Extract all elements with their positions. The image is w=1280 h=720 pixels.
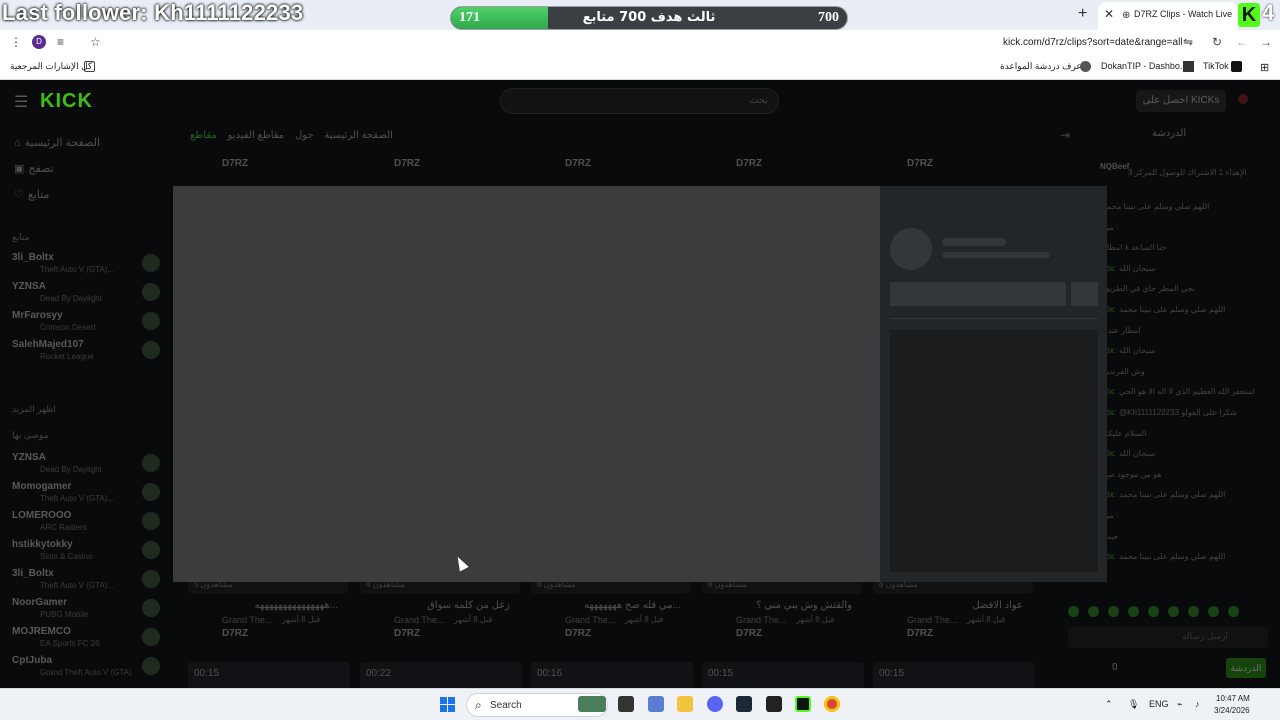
tiktok-icon: [1231, 61, 1242, 72]
obs-icon[interactable]: [766, 696, 782, 712]
follower-goal-bar: 171 ثالث هدف 700 متابع 700: [450, 6, 848, 30]
clock-date[interactable]: 3/24/2026: [1214, 706, 1250, 715]
back-icon[interactable]: →: [1260, 35, 1272, 49]
overlay-corner-count: 4: [1262, 0, 1275, 25]
bookmark-star-icon[interactable]: ☆: [90, 35, 101, 49]
skeleton-button: [890, 282, 1066, 306]
goal-label: ثالث هدف 700 متابع: [582, 10, 716, 25]
apps-grid-icon[interactable]: ⊞: [1260, 61, 1269, 74]
chrome-icon[interactable]: [824, 696, 840, 712]
last-follower-overlay: Last follower: Kh1111122233: [2, 0, 304, 25]
bookmark-1[interactable]: عرف دردشة المواعدة...: [1000, 61, 1089, 72]
dokantip-icon: [1183, 61, 1194, 72]
taskbar: ⌕ Search ⌃ 🎙 ENG ⌁ ♪ 10:47 AM 3/24/2026: [0, 688, 1280, 720]
bookmark-all[interactable]: كل الإشارات المرجعية: [10, 61, 92, 72]
url-field[interactable]: kick.com/d7rz/clips?sort=date&range=all: [1003, 37, 1183, 48]
network-icon[interactable]: ⌁: [1177, 699, 1182, 710]
site-settings-icon[interactable]: ⇋: [1183, 35, 1193, 49]
tab-favicon-icon: ⊕: [1122, 10, 1131, 21]
address-bar: ⋮ D ≡ ☆ kick.com/d7rz/clips?sort=date&ra…: [0, 30, 1280, 56]
skeleton-line: [942, 238, 1006, 246]
task-view-icon[interactable]: [618, 696, 634, 712]
browser-tab-strip: Last follower: Kh1111122233 171 ثالث هدف…: [0, 0, 1280, 30]
bookmark-3[interactable]: TikTok: [1203, 61, 1229, 71]
kick-overlay-logo: K: [1238, 3, 1260, 27]
file-explorer-icon[interactable]: [677, 696, 693, 712]
steam-icon[interactable]: [736, 696, 752, 712]
forward-icon[interactable]: ←: [1236, 35, 1248, 49]
skeleton-button: [1071, 282, 1098, 306]
tab-title: D7RZ Clips - Watch Live on: [1134, 9, 1234, 19]
tab-active[interactable]: ✕ ⊕ D7RZ Clips - Watch Live on: [1098, 2, 1238, 30]
discord-icon[interactable]: [707, 696, 723, 712]
clip-modal: [173, 186, 1107, 582]
skeleton-comments: [890, 330, 1098, 572]
windows-start-icon[interactable]: [440, 697, 456, 713]
new-tab-button[interactable]: +: [1078, 5, 1087, 23]
skeleton-avatar: [890, 228, 932, 270]
divider: [890, 318, 1098, 319]
tray-chevron-icon[interactable]: ⌃: [1105, 699, 1113, 710]
clock-time[interactable]: 10:47 AM: [1216, 694, 1250, 703]
clip-info-panel: [880, 186, 1107, 582]
widget-icon[interactable]: [578, 696, 606, 712]
reload-icon[interactable]: ↻: [1212, 35, 1222, 49]
copilot-icon[interactable]: [648, 696, 664, 712]
reading-list-icon[interactable]: ≡: [57, 35, 64, 49]
goal-target-value: 700: [818, 10, 839, 25]
kick-app-icon[interactable]: [795, 696, 811, 712]
bookmark-2[interactable]: DokanTIP - Dashbo...: [1101, 61, 1187, 71]
microphone-icon[interactable]: 🎙: [1128, 699, 1139, 710]
skeleton-line: [942, 252, 1050, 258]
volume-icon[interactable]: ♪: [1195, 699, 1200, 709]
menu-kebab-icon[interactable]: ⋮: [10, 35, 22, 49]
bookmarks-bar: كل الإشارات المرجعية عرف دردشة المواعدة.…: [0, 56, 1280, 80]
globe-icon: [1080, 61, 1091, 72]
close-tab-icon[interactable]: ✕: [1104, 7, 1114, 21]
profile-avatar[interactable]: D: [32, 35, 46, 49]
search-icon: ⌕: [475, 698, 482, 712]
clip-video-placeholder[interactable]: [173, 186, 880, 582]
taskbar-search-label: Search: [490, 700, 522, 711]
language-indicator[interactable]: ENG: [1149, 699, 1169, 709]
